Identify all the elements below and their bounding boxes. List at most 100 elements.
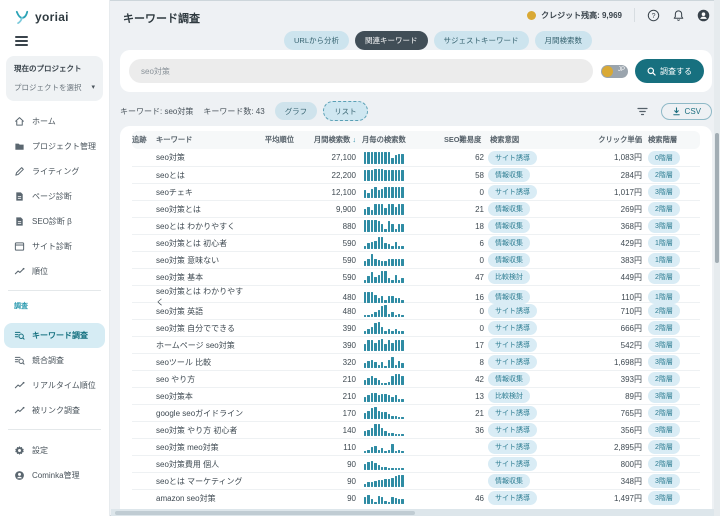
intent-cell: サイト誘導 [486, 491, 566, 505]
tier-badge: 2階層 [648, 440, 680, 454]
monthly-volume-histogram [358, 356, 438, 368]
vertical-scrollbar[interactable] [714, 0, 720, 516]
sidebar-item-label: リアルタイム順位 [32, 380, 96, 391]
column-header[interactable]: 検索階層 [644, 135, 700, 145]
table-row[interactable]: seoとは わかりやすく88018情報収集368円3階層 [132, 217, 700, 234]
vertical-scrollbar-thumb[interactable] [715, 133, 719, 263]
table-row[interactable]: seo対策とは わかりやすく48016情報収集110円1階層 [132, 285, 700, 302]
keyword-cell: google seoガイドライン [156, 408, 244, 419]
monthly-volume-histogram [358, 424, 438, 436]
table-row[interactable]: seo対策費用 個人90サイト誘導800円2階層 [132, 455, 700, 472]
hamburger-menu-icon[interactable] [15, 36, 28, 46]
column-header[interactable]: 検索意図 [486, 135, 566, 145]
monthly-volume-histogram [358, 169, 438, 181]
monthly-volume-histogram [358, 291, 438, 303]
column-header[interactable]: 追跡 [132, 135, 154, 145]
tab-related-keywords[interactable]: 関連キーワード [355, 31, 428, 50]
sidebar-item-page-check[interactable]: ページ診断 [0, 184, 109, 209]
table-row[interactable]: seo対策 自分でできる3900サイト誘導666円2階層 [132, 319, 700, 336]
sidebar-section-research: 調査 [0, 297, 109, 315]
project-select-dropdown[interactable]: プロジェクトを選択 ▾ [14, 82, 95, 93]
monthly-volume-cell: 22,200 [296, 171, 356, 180]
monthly-volume-cell: 480 [296, 307, 356, 316]
table-row[interactable]: ホームページ seo対策39017サイト誘導542円3階層 [132, 336, 700, 353]
tier-cell: 3階層 [644, 389, 700, 403]
table-row[interactable]: seo対策 基本59047比較検討449円2階層 [132, 268, 700, 285]
tab-url-analysis[interactable]: URLから分析 [284, 31, 349, 50]
results-toolbar: キーワード: seo対策 キーワード数: 43 グラフ リスト CSV [120, 101, 712, 121]
column-header[interactable]: 月毎の検索数 [358, 135, 438, 145]
table-row[interactable]: google seoガイドライン17021サイト誘導765円2階層 [132, 404, 700, 421]
sidebar-item-settings[interactable]: 設定 [0, 438, 109, 463]
table-row[interactable]: seo対策27,10062サイト誘導1,083円0階層 [132, 149, 700, 166]
sidebar-item-seo-check[interactable]: SEO診断 β [0, 209, 109, 234]
sidebar-item-project-management[interactable]: プロジェクト管理 [0, 134, 109, 159]
table-row[interactable]: seo対策とは 初心者5906情報収集429円1階層 [132, 234, 700, 251]
sidebar-item-home[interactable]: ホーム [0, 109, 109, 134]
sidebar-item-cominka-admin[interactable]: Cominka管理 [0, 463, 109, 488]
filter-icon[interactable] [636, 105, 649, 118]
graph-view-button[interactable]: グラフ [275, 102, 318, 120]
intent-badge: サイト誘導 [488, 491, 537, 505]
table-row[interactable]: seo対策 やり方 初心者14036サイト誘導356円3階層 [132, 421, 700, 438]
table-row[interactable]: seoとは22,20058情報収集284円2階層 [132, 166, 700, 183]
column-header[interactable]: クリック単価 [568, 135, 642, 145]
column-header[interactable]: SEO難易度 [440, 135, 484, 145]
table-row[interactable]: seo やり方21042情報収集393円2階層 [132, 370, 700, 387]
monthly-volume-cell: 390 [296, 324, 356, 333]
tier-badge: 3階層 [648, 423, 680, 437]
cpc-cell: 2,895円 [568, 442, 642, 453]
table-row[interactable]: seo対策 意味ない5900情報収集383円1階層 [132, 251, 700, 268]
seo-difficulty-cell: 36 [440, 426, 484, 435]
table-row[interactable]: seo対策とは9,90021情報収集269円2階層 [132, 200, 700, 217]
seo-difficulty-cell: 6 [440, 239, 484, 248]
intent-badge: 比較検討 [488, 270, 530, 284]
column-header[interactable]: 月間検索数↓ [296, 135, 356, 145]
intent-badge: 情報収集 [488, 236, 530, 250]
language-toggle[interactable]: JP [601, 65, 628, 78]
intent-cell: サイト誘導 [486, 406, 566, 420]
sidebar-item-label: サイト診断 [32, 241, 72, 252]
sidebar-item-backlink-research[interactable]: 被リンク調査 [0, 398, 109, 423]
logo[interactable]: yoriai [0, 0, 109, 24]
sidebar-item-writing[interactable]: ライティング [0, 159, 109, 184]
column-header[interactable]: キーワード [156, 135, 244, 145]
sidebar-item-keyword-research[interactable]: キーワード調査 [4, 323, 105, 348]
keyword-search-input[interactable] [129, 59, 593, 83]
monthly-volume-cell: 210 [296, 392, 356, 401]
user-avatar-icon[interactable] [697, 9, 710, 22]
current-keyword-label: キーワード: seo対策 [120, 106, 193, 117]
help-icon[interactable]: ? [647, 9, 660, 22]
list-view-button[interactable]: リスト [323, 101, 368, 121]
table-row[interactable]: seo対策 meo対策110サイト誘導2,895円2階層 [132, 438, 700, 455]
table-row[interactable]: seoチェキ12,1000サイト誘導1,017円3階層 [132, 183, 700, 200]
sidebar-item-competitor-research[interactable]: 競合調査 [0, 348, 109, 373]
keyword-cell: seo対策 自分でできる [156, 323, 244, 334]
current-project-label: 現在のプロジェクト [14, 63, 95, 74]
sidebar-item-label: プロジェクト管理 [32, 141, 96, 152]
horizontal-scrollbar[interactable] [111, 509, 714, 516]
intent-cell: サイト誘導 [486, 151, 566, 165]
horizontal-scrollbar-thumb[interactable] [115, 511, 415, 515]
sidebar-item-rank[interactable]: 順位 [0, 259, 109, 284]
table-row[interactable]: seo対策 英語4800サイト誘導710円2階層 [132, 302, 700, 319]
monthly-volume-histogram [358, 407, 438, 419]
table-row[interactable]: amazon seo対策9046サイト誘導1,497円3階層 [132, 489, 700, 506]
tier-badge: 3階層 [648, 185, 680, 199]
tab-suggest-keywords[interactable]: サジェストキーワード [434, 31, 529, 50]
search-button[interactable]: 調査する [635, 59, 704, 83]
notifications-bell-icon[interactable] [672, 9, 685, 22]
tier-cell: 1階層 [644, 290, 700, 304]
table-row[interactable]: seo対策本21013比較検討89円3階層 [132, 387, 700, 404]
tier-badge: 0階層 [648, 151, 680, 165]
column-header[interactable]: 平均順位 [246, 135, 294, 145]
table-row[interactable]: seoツール 比較3208サイト誘導1,698円3階層 [132, 353, 700, 370]
sidebar-item-site-check[interactable]: サイト診断 [0, 234, 109, 259]
csv-export-button[interactable]: CSV [661, 103, 712, 120]
intent-cell: 情報収集 [486, 372, 566, 386]
keyword-cell: seo対策 やり方 初心者 [156, 425, 244, 436]
sidebar-item-realtime-rank[interactable]: リアルタイム順位 [0, 373, 109, 398]
tab-monthly-search-volume[interactable]: 月間検索数 [535, 31, 593, 50]
intent-badge: サイト誘導 [488, 151, 537, 165]
table-row[interactable]: seoとは マーケティング90情報収集348円3階層 [132, 472, 700, 489]
